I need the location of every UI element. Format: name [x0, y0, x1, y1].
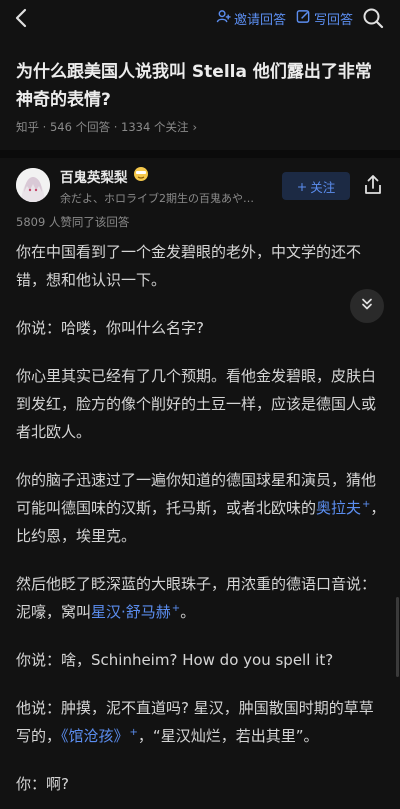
pen-icon — [296, 9, 311, 28]
plus-icon: + — [296, 178, 308, 194]
entity-link[interactable]: 奥拉夫 — [316, 499, 361, 517]
invite-answer-label: 邀请回答 — [234, 12, 287, 28]
answer-paragraph: 你说：啥，Schinheim? How do you spell it? — [16, 651, 334, 669]
question-title[interactable]: 为什么跟美国人说我叫 Stella 他们露出了非常神奇的表情? — [16, 58, 386, 114]
answer-paragraph: 你心里其实已经有了几个预期。看他金发碧眼，皮肤白到发红，脸方的像个削好的土豆一样… — [16, 367, 377, 441]
question-meta-text: 知乎 · 546 个回答 · 1334 个关注 — [16, 120, 189, 134]
paragraph-text: 。 — [180, 603, 196, 621]
link-marker: + — [129, 727, 138, 738]
invite-answer-button[interactable]: 邀请回答 — [216, 8, 286, 28]
search-icon[interactable] — [361, 6, 385, 30]
emoji-badge-icon — [133, 166, 149, 186]
paragraph-text: 然后他眨了眨深蓝的大眼珠子，用浓重的德语口音说：泥嚎，窝叫 — [16, 575, 377, 621]
double-chevron-down-icon — [359, 296, 375, 316]
entity-link[interactable]: 《馆沧孩》 — [61, 727, 129, 745]
author-bio: 余だよ、ホロライブ2期生の百鬼あや… — [60, 192, 254, 205]
back-icon[interactable] — [10, 6, 34, 30]
upvote-count: 5809 人赞同了该回答 — [16, 215, 130, 229]
answer-paragraph: 他说：肿摸，泥不直道吗? 星汉，肿国散国时期的草草写的，《馆沧孩》+，“星汉灿烂… — [16, 694, 388, 750]
answer-paragraph: 你：啊? — [16, 775, 69, 793]
answer-paragraph: 你在中国看到了一个金发碧眼的老外，中文学的还不错，想和他认识一下。 — [16, 243, 362, 289]
share-icon[interactable] — [362, 174, 384, 196]
question-meta[interactable]: 知乎 · 546 个回答 · 1334 个关注 › — [16, 119, 197, 135]
author-name-text: 百鬼英梨梨 — [60, 170, 128, 186]
answer-paragraph: 你说：哈喽，你叫什么名字? — [16, 319, 204, 337]
author-name[interactable]: 百鬼英梨梨 — [60, 166, 149, 186]
link-marker: + — [171, 603, 181, 614]
answer-paragraph: 你的脑子迅速过了一遍你知道的德国球星和演员，猜他可能叫德国味的汉斯，托马斯，或者… — [16, 466, 388, 550]
invite-icon — [216, 9, 231, 28]
answer-paragraph: 然后他眨了眨深蓝的大眼珠子，用浓重的德语口音说：泥嚎，窝叫星汉·舒马赫+。 — [16, 570, 388, 626]
follow-label: 关注 — [310, 179, 336, 195]
chevron-right-icon: › — [192, 120, 198, 134]
entity-link[interactable]: 星汉·舒马赫 — [91, 603, 171, 621]
avatar[interactable] — [16, 168, 50, 202]
collapse-button[interactable] — [350, 289, 384, 323]
top-bar: 邀请回答 写回答 — [0, 0, 400, 40]
section-divider — [0, 150, 400, 158]
follow-button[interactable]: + 关注 — [282, 172, 350, 200]
scrollbar[interactable] — [396, 597, 399, 677]
write-answer-label: 写回答 — [314, 12, 354, 28]
write-answer-button[interactable]: 写回答 — [296, 8, 353, 28]
answer-body: 你在中国看到了一个金发碧眼的老外，中文学的还不错，想和他认识一下。 你说：哈喽，… — [16, 238, 388, 809]
paragraph-text: ，“星汉灿烂，若出其里”。 — [137, 727, 319, 745]
